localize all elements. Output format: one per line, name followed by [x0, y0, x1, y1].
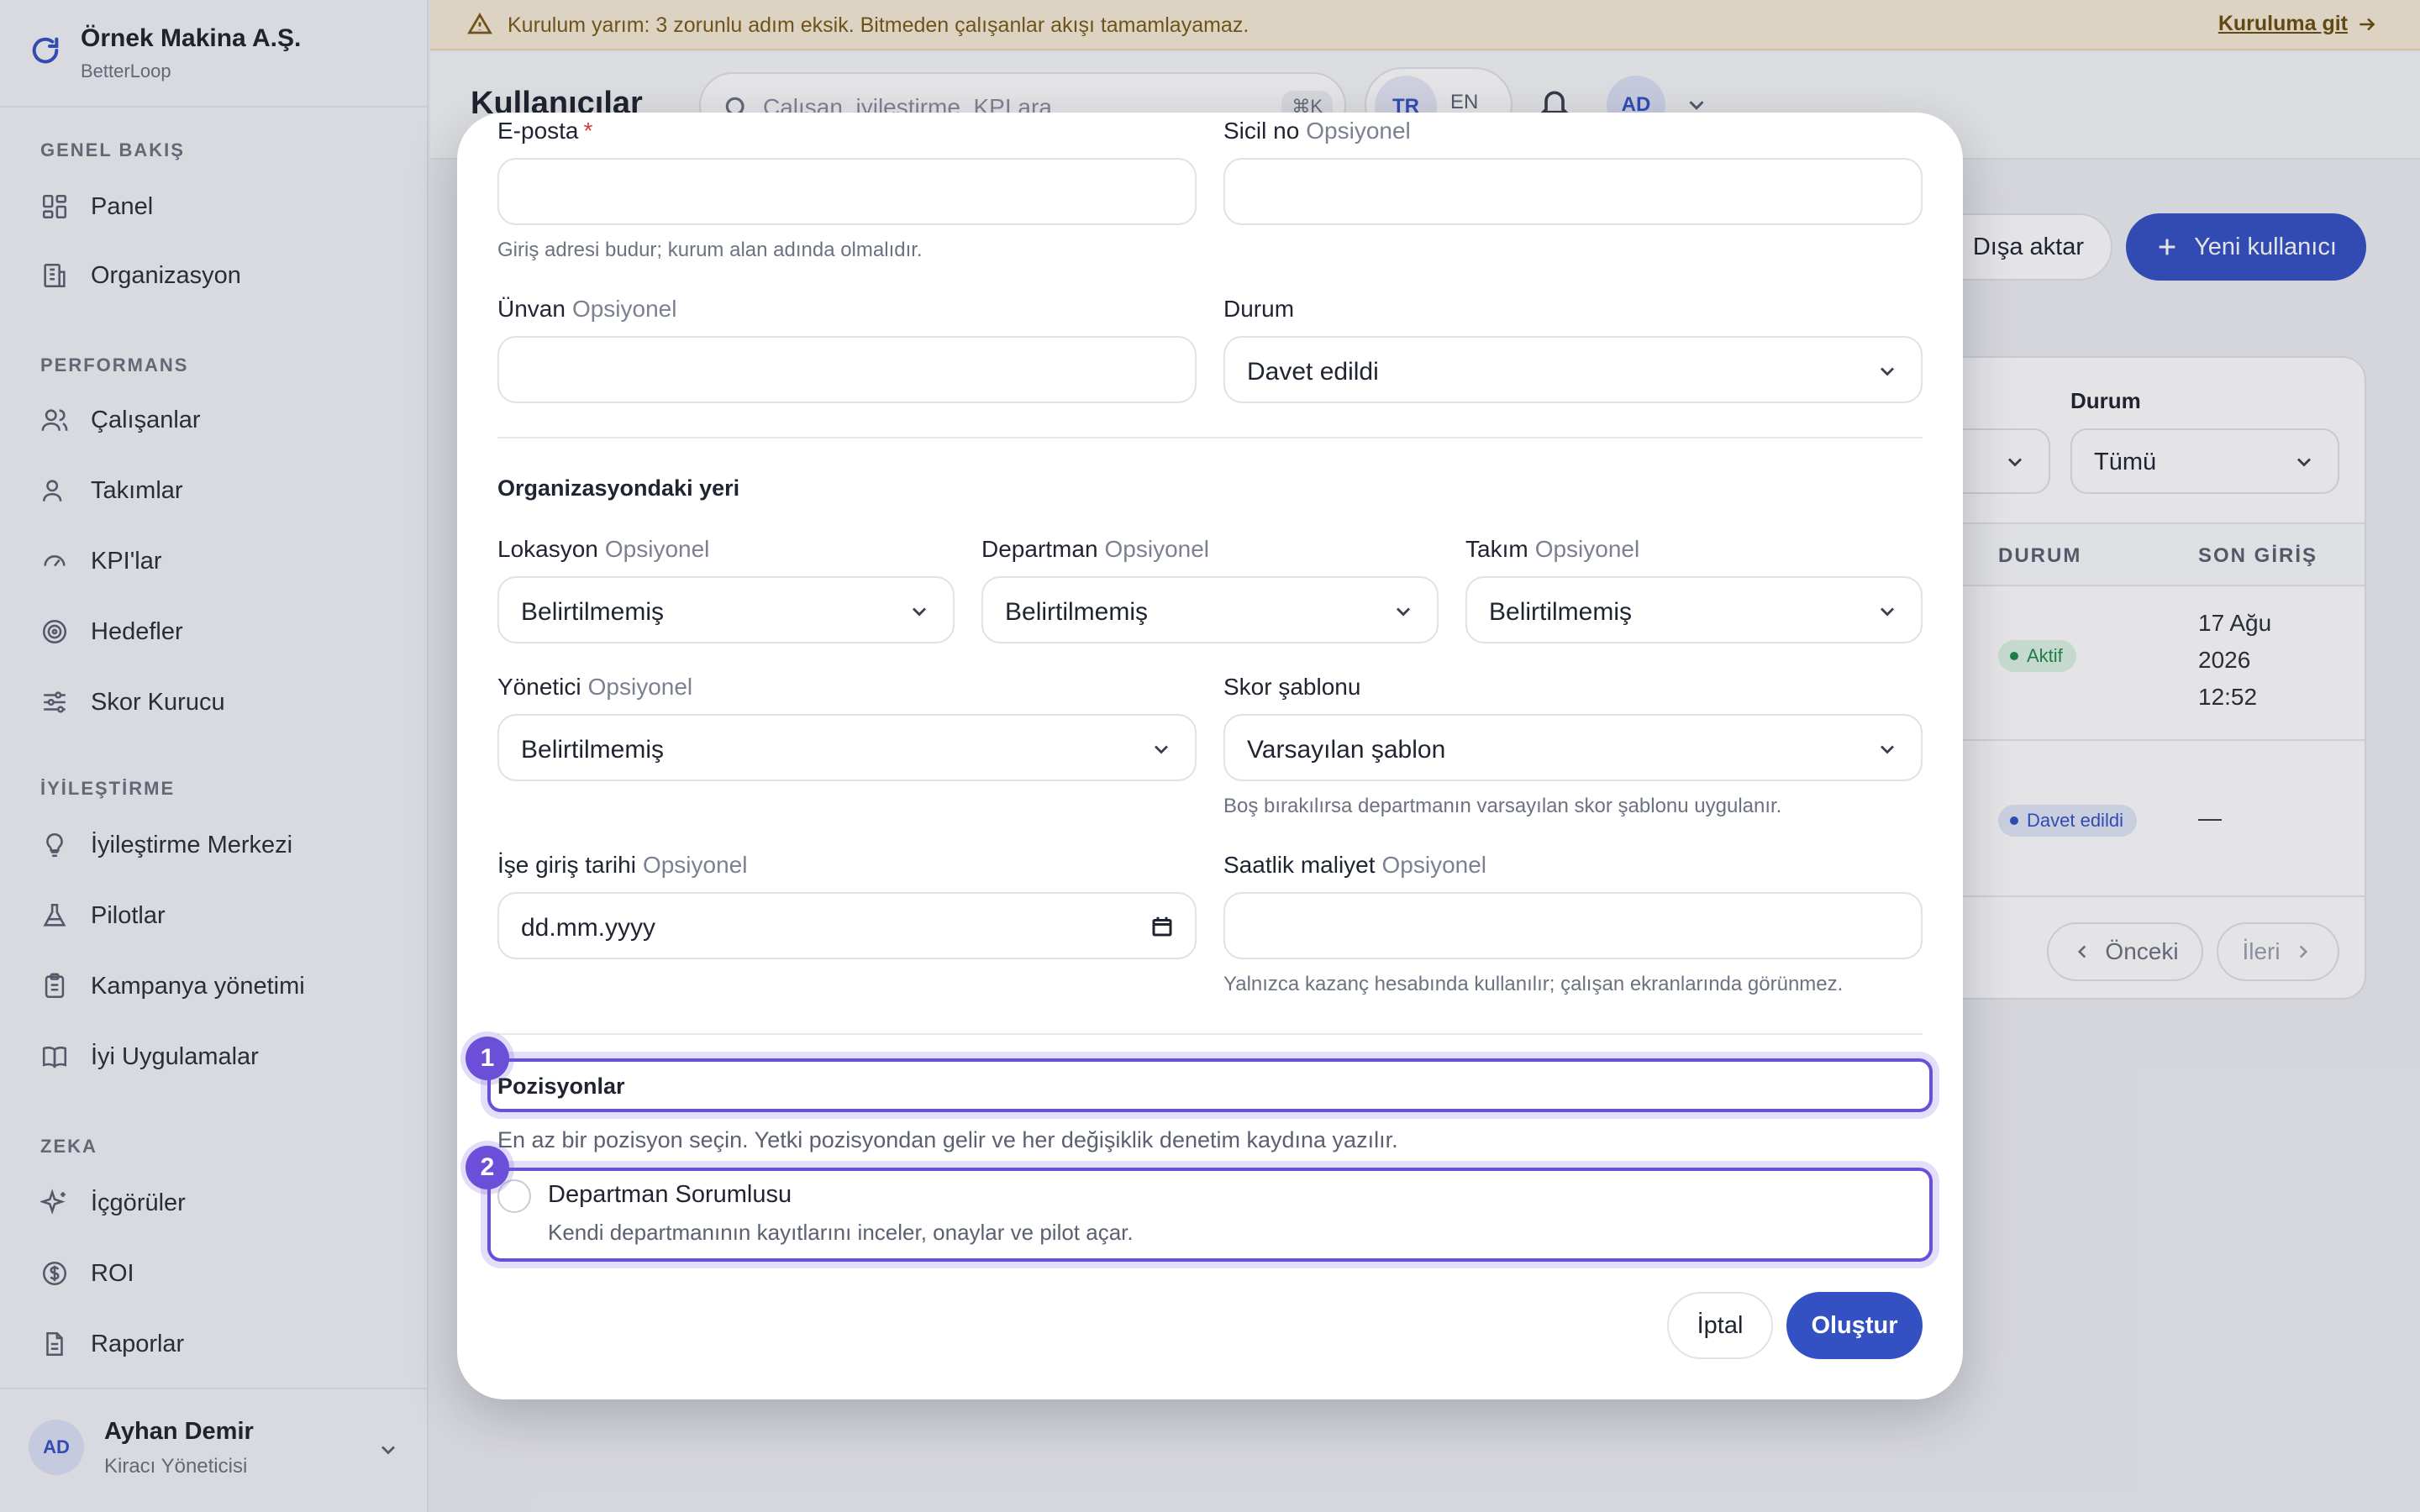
chevron-down-icon: [1397, 607, 1410, 617]
step-marker: 2: [466, 1146, 509, 1189]
chevron-down-icon: [1881, 367, 1894, 376]
score-template-hint: Boş bırakılırsa departmanın varsayılan s…: [1223, 795, 1782, 817]
hourly-cost-field[interactable]: [1223, 892, 1923, 959]
cancel-button[interactable]: İptal: [1667, 1292, 1773, 1359]
score-template-label: Skor şablonu: [1223, 674, 1361, 700]
position-radio[interactable]: [497, 1179, 531, 1213]
positions-highlight: [487, 1058, 1933, 1112]
positions-title: Pozisyonlar: [497, 1074, 625, 1099]
positions-hint: En az bir pozisyon seçin. Yetki pozisyon…: [497, 1127, 1398, 1152]
sicil-label: Sicil no Opsiyonel: [1223, 118, 1411, 144]
status-label: Durum: [1223, 296, 1295, 322]
chevron-down-icon: [1881, 607, 1894, 617]
team-label: Takım Opsiyonel: [1465, 536, 1640, 562]
divider: [497, 1033, 1923, 1035]
department-select[interactable]: Belirtilmemiş: [981, 576, 1439, 643]
location-select[interactable]: Belirtilmemiş: [497, 576, 955, 643]
sicil-field[interactable]: [1223, 158, 1923, 225]
status-select[interactable]: Davet edildi: [1223, 336, 1923, 403]
manager-label: Yönetici Opsiyonel: [497, 674, 693, 700]
create-user-modal: E-posta * Giriş adresi budur; kurum alan …: [457, 113, 1963, 1399]
department-label: Departman Opsiyonel: [981, 536, 1210, 562]
team-select[interactable]: Belirtilmemiş: [1465, 576, 1923, 643]
chevron-down-icon: [1155, 745, 1168, 754]
job-title-label: Ünvan Opsiyonel: [497, 296, 677, 322]
org-section-title: Organizasyondaki yeri: [497, 475, 740, 501]
calendar-icon[interactable]: [1150, 914, 1175, 939]
chevron-down-icon: [1881, 745, 1894, 754]
chevron-down-icon: [913, 607, 926, 617]
start-date-field[interactable]: dd.mm.yyyy: [497, 892, 1197, 959]
location-label: Lokasyon Opsiyonel: [497, 536, 710, 562]
divider: [497, 437, 1923, 438]
start-date-label: İşe giriş tarihi Opsiyonel: [497, 852, 748, 878]
email-field[interactable]: [497, 158, 1197, 225]
score-template-select[interactable]: Varsayılan şablon: [1223, 714, 1923, 781]
email-hint: Giriş adresi budur; kurum alan adında ol…: [497, 239, 923, 261]
job-title-field[interactable]: [497, 336, 1197, 403]
create-button[interactable]: Oluştur: [1786, 1292, 1923, 1359]
position-option-title: Departman Sorumlusu: [548, 1181, 792, 1208]
hourly-cost-hint: Yalnızca kazanç hesabında kullanılır; ça…: [1223, 973, 1844, 995]
hourly-cost-label: Saatlik maliyet Opsiyonel: [1223, 852, 1487, 878]
step-marker: 1: [466, 1037, 509, 1080]
email-label: E-posta *: [497, 118, 593, 144]
position-option-description: Kendi departmanının kayıtlarını inceler,…: [548, 1220, 1134, 1245]
manager-select[interactable]: Belirtilmemiş: [497, 714, 1197, 781]
